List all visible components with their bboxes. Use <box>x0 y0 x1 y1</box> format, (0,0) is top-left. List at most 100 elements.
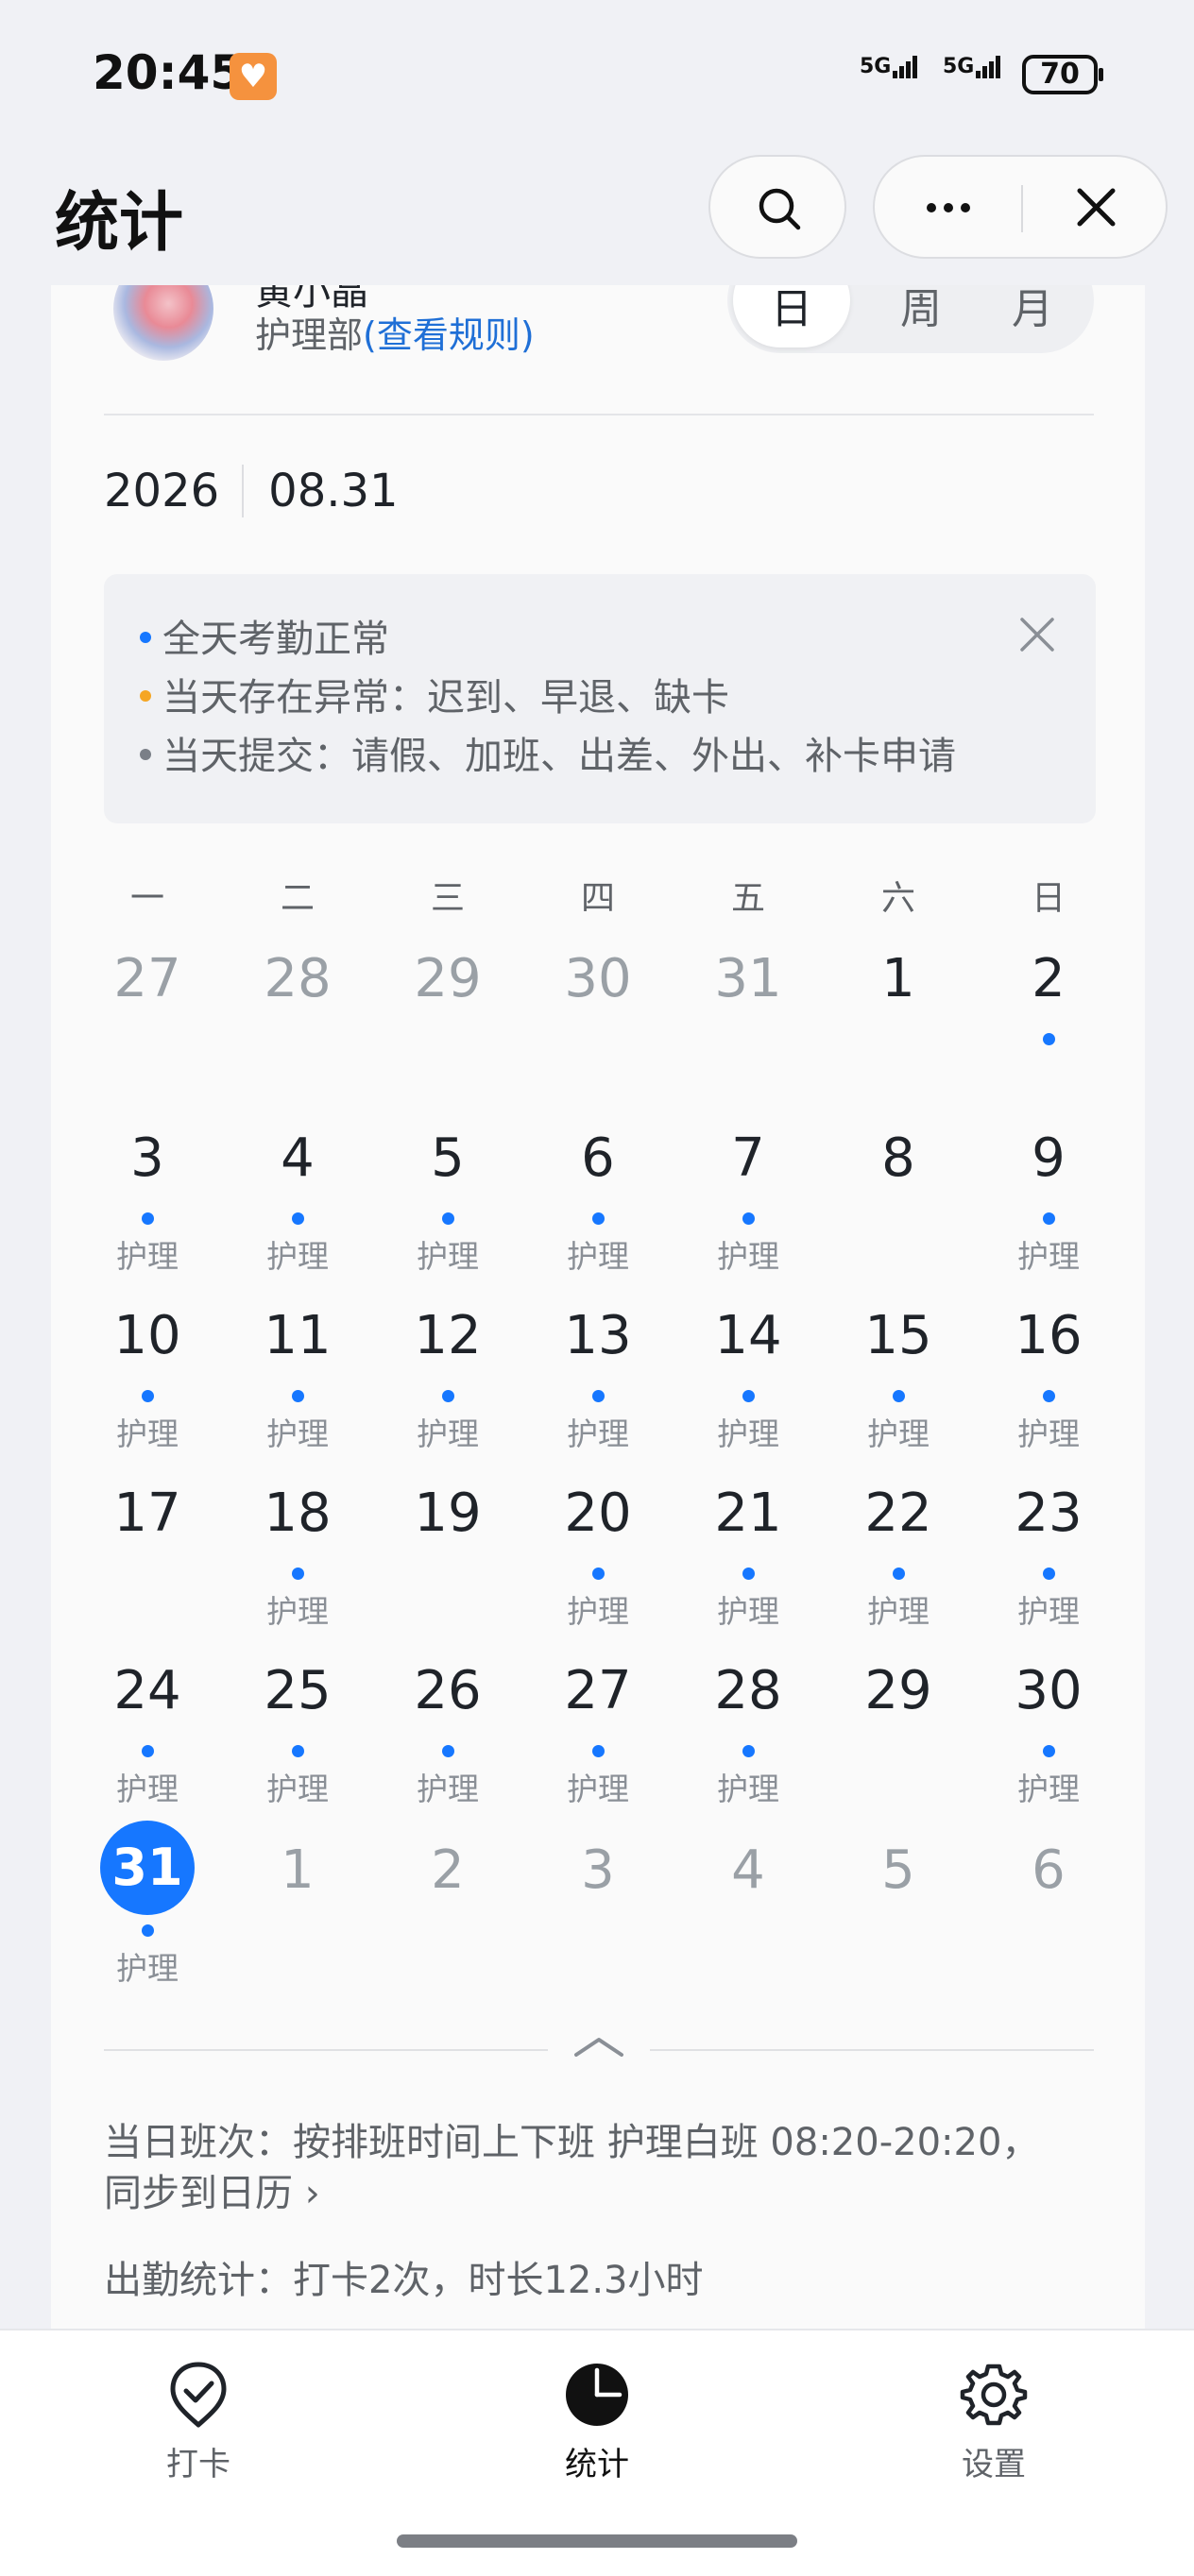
capsule-menu <box>873 155 1168 259</box>
calendar-day[interactable]: 11 护理 <box>227 1303 368 1483</box>
shift-tag: 护理 <box>717 1415 779 1452</box>
attendance-dot <box>1043 1745 1055 1757</box>
calendar-day[interactable]: 3 <box>527 1838 669 2017</box>
calendar-day[interactable]: 17 <box>77 1481 218 1660</box>
calendar-day[interactable]: 7 护理 <box>677 1126 819 1305</box>
shift-tag: 护理 <box>717 1771 779 1807</box>
day-number: 16 <box>1015 1305 1083 1366</box>
shift-tag: 护理 <box>567 1593 629 1630</box>
calendar-day[interactable]: 30 护理 <box>978 1658 1119 1838</box>
shift-tag: 护理 <box>867 1593 930 1630</box>
day-number: 3 <box>581 1839 615 1901</box>
attendance-dot <box>442 1212 454 1225</box>
tab-label: 统计 <box>565 2446 629 2483</box>
date-selector[interactable]: 2026 08.31 <box>104 465 399 517</box>
calendar-day[interactable]: 9 护理 <box>978 1126 1119 1305</box>
view-mode-day[interactable]: 日 <box>733 285 850 347</box>
day-number: 1 <box>281 1839 315 1901</box>
calendar-day[interactable]: 20 护理 <box>527 1481 669 1660</box>
attendance-dot <box>893 1568 905 1580</box>
day-number: 13 <box>564 1305 632 1366</box>
calendar-day[interactable]: 29 <box>827 1658 969 1838</box>
view-mode-week[interactable]: 周 <box>869 285 973 353</box>
calendar-day[interactable]: 26 护理 <box>377 1658 519 1838</box>
calendar-day[interactable]: 29 <box>377 946 519 1126</box>
day-number: 6 <box>1032 1839 1066 1901</box>
close-icon[interactable] <box>1016 614 1058 655</box>
day-number: 21 <box>714 1483 782 1544</box>
day-number: 19 <box>414 1483 482 1544</box>
shift-tag: 护理 <box>116 1415 179 1452</box>
calendar-day[interactable]: 6 护理 <box>527 1126 669 1305</box>
chevron-right-icon: › <box>293 2172 320 2215</box>
calendar-day[interactable]: 28 <box>227 946 368 1126</box>
top-header: 统计 <box>0 142 1194 285</box>
close-button[interactable] <box>1023 157 1169 261</box>
calendar-day[interactable]: 27 <box>77 946 218 1126</box>
calendar-day[interactable]: 28 护理 <box>677 1658 819 1838</box>
calendar-day[interactable]: 2 <box>978 946 1119 1126</box>
stats-card: 黄小晶 护理部(查看规则) 日 周 月 2026 08.31 全天考勤正常 当天存… <box>51 285 1145 2330</box>
tab-clock-in[interactable]: 打卡 <box>113 2361 283 2484</box>
tab-label: 设置 <box>962 2446 1026 2483</box>
calendar-day[interactable]: 15 护理 <box>827 1303 969 1483</box>
attendance-dot <box>142 1745 154 1757</box>
attendance-dot <box>592 1212 605 1225</box>
calendar-day[interactable]: 5 <box>827 1838 969 2017</box>
collapse-calendar-button[interactable] <box>104 2032 1094 2070</box>
calendar-day[interactable]: 13 护理 <box>527 1303 669 1483</box>
calendar-day[interactable]: 4 <box>677 1838 819 2017</box>
calendar-day[interactable]: 21 护理 <box>677 1481 819 1660</box>
calendar-day[interactable]: 3 护理 <box>77 1126 218 1305</box>
search-button[interactable] <box>708 155 846 259</box>
avatar[interactable] <box>113 285 213 361</box>
calendar-day[interactable]: 12 护理 <box>377 1303 519 1483</box>
battery-icon: 70 <box>1022 55 1103 94</box>
calendar-day[interactable]: 1 <box>227 1838 368 2017</box>
view-rules-link[interactable]: (查看规则) <box>363 314 535 356</box>
calendar-day[interactable]: 8 <box>827 1126 969 1305</box>
calendar-day[interactable]: 25 护理 <box>227 1658 368 1838</box>
shift-tag: 护理 <box>717 1593 779 1630</box>
shift-tag: 护理 <box>1017 1771 1080 1807</box>
calendar-day[interactable]: 10 护理 <box>77 1303 218 1483</box>
calendar-day[interactable]: 16 护理 <box>978 1303 1119 1483</box>
view-mode-switch: 日 周 月 <box>727 285 1094 353</box>
signal-label: 5G <box>943 55 975 78</box>
tab-statistics[interactable]: 统计 <box>512 2361 682 2484</box>
day-number: 10 <box>113 1305 181 1366</box>
attendance-dot <box>1043 1568 1055 1580</box>
calendar-day[interactable]: 18 护理 <box>227 1481 368 1660</box>
calendar-day[interactable]: 24 护理 <box>77 1658 218 1838</box>
calendar-day[interactable]: 23 护理 <box>978 1481 1119 1660</box>
legend-item-submitted: 当天提交：请假、加班、出差、外出、补卡申请 <box>140 727 1096 786</box>
check-badge-icon <box>170 2362 227 2428</box>
calendar-day-today[interactable]: 31 护理 <box>77 1821 218 2017</box>
calendar-day[interactable]: 27 护理 <box>527 1658 669 1838</box>
calendar-day[interactable]: 31 <box>677 946 819 1126</box>
shift-tag: 护理 <box>567 1415 629 1452</box>
calendar-day[interactable]: 2 <box>377 1838 519 2017</box>
day-number: 31 <box>100 1821 195 1915</box>
attendance-dot <box>742 1390 755 1402</box>
shift-tag: 护理 <box>1017 1238 1080 1275</box>
more-button[interactable] <box>875 157 1021 261</box>
calendar-day[interactable]: 6 <box>978 1838 1119 2017</box>
calendar-day[interactable]: 4 护理 <box>227 1126 368 1305</box>
calendar-day[interactable]: 1 <box>827 946 969 1126</box>
weekday-header: 一二三四五六日 <box>51 871 1145 927</box>
home-indicator <box>397 2534 797 2548</box>
day-number: 27 <box>564 1660 632 1721</box>
tab-settings[interactable]: 设置 <box>909 2361 1079 2484</box>
calendar-day[interactable]: 30 <box>527 946 669 1126</box>
sync-calendar-link[interactable]: 同步到日历 › <box>104 2168 1105 2219</box>
calendar-day[interactable]: 14 护理 <box>677 1303 819 1483</box>
divider <box>104 2049 548 2051</box>
calendar-day[interactable]: 5 护理 <box>377 1126 519 1305</box>
calendar-day[interactable]: 22 护理 <box>827 1481 969 1660</box>
calendar-day[interactable]: 19 <box>377 1481 519 1660</box>
view-mode-month[interactable]: 月 <box>981 285 1084 353</box>
legend-panel: 全天考勤正常 当天存在异常：迟到、早退、缺卡 当天提交：请假、加班、出差、外出、… <box>104 574 1096 823</box>
legend-dot <box>140 632 151 643</box>
signal-label: 5G <box>860 55 892 78</box>
